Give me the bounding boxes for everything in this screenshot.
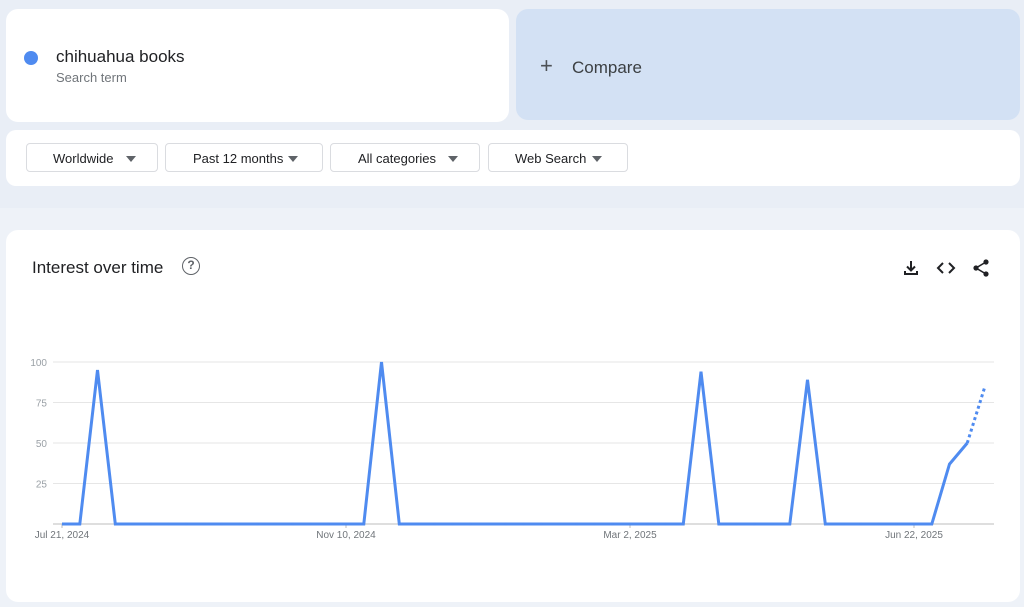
- data-point[interactable]: [114, 523, 117, 526]
- series-line-partial-segment[interactable]: [965, 385, 987, 444]
- data-point[interactable]: [96, 369, 99, 372]
- data-point[interactable]: [913, 523, 916, 526]
- data-point[interactable]: [540, 523, 543, 526]
- data-point[interactable]: [735, 523, 738, 526]
- data-point[interactable]: [327, 523, 330, 526]
- data-point[interactable]: [984, 385, 987, 388]
- data-point[interactable]: [629, 523, 632, 526]
- data-point[interactable]: [78, 523, 81, 526]
- data-point[interactable]: [238, 523, 241, 526]
- data-point[interactable]: [433, 523, 436, 526]
- data-point[interactable]: [700, 370, 703, 373]
- y-tick-label: 50: [36, 439, 48, 450]
- data-point[interactable]: [380, 361, 383, 364]
- data-point[interactable]: [930, 523, 933, 526]
- data-point[interactable]: [256, 523, 259, 526]
- data-point[interactable]: [522, 523, 525, 526]
- y-tick-label: 100: [30, 358, 47, 369]
- data-point[interactable]: [611, 523, 614, 526]
- data-point[interactable]: [451, 523, 454, 526]
- data-point[interactable]: [274, 523, 277, 526]
- data-point[interactable]: [788, 523, 791, 526]
- y-tick-label: 25: [36, 480, 48, 491]
- interest-chart: 100 75 50 25 Jul 21, 2024 Nov 10, 2024 Mar 2,…: [30, 358, 994, 541]
- data-point[interactable]: [309, 523, 312, 526]
- data-point[interactable]: [291, 523, 294, 526]
- data-point[interactable]: [362, 523, 365, 526]
- x-tick-label: Mar 2, 2025: [603, 530, 657, 541]
- data-point[interactable]: [504, 523, 507, 526]
- data-point[interactable]: [558, 523, 561, 526]
- y-tick-label: 75: [36, 399, 48, 410]
- data-point[interactable]: [220, 523, 223, 526]
- data-point[interactable]: [149, 523, 152, 526]
- x-tick-label: Nov 10, 2024: [316, 530, 376, 541]
- data-point[interactable]: [575, 523, 578, 526]
- data-point[interactable]: [717, 523, 720, 526]
- data-point[interactable]: [469, 523, 472, 526]
- data-point[interactable]: [842, 523, 845, 526]
- data-point[interactable]: [664, 523, 667, 526]
- data-point[interactable]: [132, 523, 135, 526]
- data-point[interactable]: [948, 463, 951, 466]
- data-point[interactable]: [966, 442, 969, 445]
- data-point[interactable]: [806, 378, 809, 381]
- data-point[interactable]: [753, 523, 756, 526]
- data-point[interactable]: [682, 523, 685, 526]
- x-tick-label: Jul 21, 2024: [35, 530, 90, 541]
- data-point[interactable]: [824, 523, 827, 526]
- data-point[interactable]: [61, 523, 64, 526]
- data-point[interactable]: [487, 523, 490, 526]
- data-point[interactable]: [771, 523, 774, 526]
- data-point[interactable]: [646, 523, 649, 526]
- data-point[interactable]: [345, 523, 348, 526]
- data-point[interactable]: [859, 523, 862, 526]
- data-point[interactable]: [877, 523, 880, 526]
- data-point[interactable]: [398, 523, 401, 526]
- data-point[interactable]: [416, 523, 419, 526]
- data-point[interactable]: [895, 523, 898, 526]
- data-point[interactable]: [167, 523, 170, 526]
- data-point[interactable]: [203, 523, 206, 526]
- data-point[interactable]: [593, 523, 596, 526]
- x-tick-label: Jun 22, 2025: [885, 530, 943, 541]
- data-point[interactable]: [185, 523, 188, 526]
